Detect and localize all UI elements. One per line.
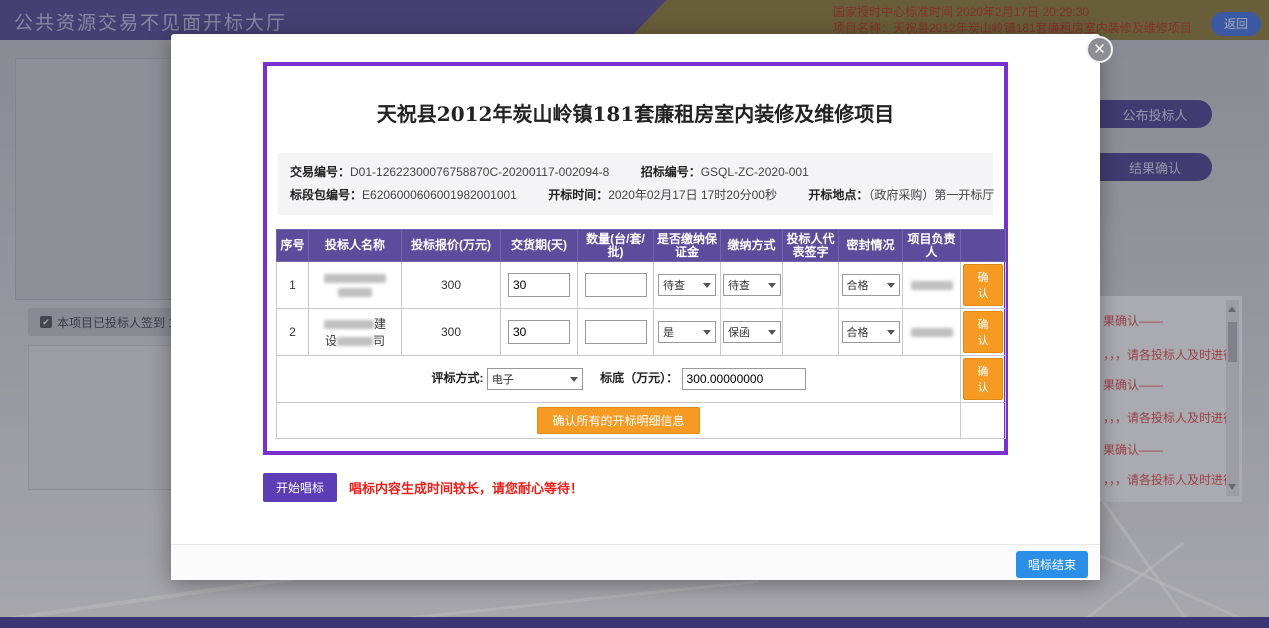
seal-cell: 合格 <box>839 262 903 309</box>
bidder-cell: 建 设 司 <box>309 309 402 356</box>
signature-cell <box>783 262 839 309</box>
open-place: 开标地点：（政府采购）第一开标厅 <box>808 188 994 202</box>
seal-select[interactable]: 合格 <box>842 274 900 296</box>
chevron-down-icon <box>570 377 578 382</box>
modal-footer: 唱标结束 <box>171 544 1100 580</box>
deposit-select[interactable]: 是 <box>658 321 716 343</box>
project-title: 天祝县2012年炭山岭镇181套廉租房室内装修及维修项目 <box>276 98 995 127</box>
redacted-bidder-name <box>324 320 374 329</box>
col-pay-method: 缴纳方式 <box>721 230 783 262</box>
action-cell <box>961 403 1006 439</box>
seal-select[interactable]: 合格 <box>842 321 900 343</box>
deposit-cell: 待查 <box>654 262 721 309</box>
redacted-manager-name <box>911 328 953 337</box>
tender-number: 招标编号：GSQL-ZC-2020-001 <box>641 165 809 179</box>
action-cell: 确认 <box>961 356 1006 403</box>
table-row: 1 300 待查 待查 合格 确认 <box>277 262 1006 309</box>
col-manager: 项目负责人 <box>903 230 961 262</box>
redacted-manager-name <box>911 281 953 290</box>
pay-method-cell: 保函 <box>721 309 783 356</box>
eval-method-cell: 评标方式: 电子 标底（万元）： <box>277 356 961 403</box>
bid-detail-box: 天祝县2012年炭山岭镇181套廉租房室内装修及维修项目 交易编号：D01-12… <box>263 62 1008 455</box>
bidder-fragment: 司 <box>373 334 385 348</box>
bidder-fragment: 建 <box>374 317 386 331</box>
chevron-down-icon <box>703 283 711 288</box>
action-cell: 确认 <box>961 262 1006 309</box>
col-price: 投标报价(万元) <box>402 230 501 262</box>
seal-cell: 合格 <box>839 309 903 356</box>
col-quantity: 数量(台/套/批) <box>578 230 654 262</box>
confirm-all-cell: 确认所有的开标明细信息 <box>277 403 961 439</box>
row-confirm-button[interactable]: 确认 <box>963 264 1003 306</box>
row-confirm-button[interactable]: 确认 <box>963 311 1003 353</box>
col-bidder: 投标人名称 <box>309 230 402 262</box>
section-package-number: 标段包编号：E6206000606001982001001 <box>290 188 517 202</box>
confirm-all-button[interactable]: 确认所有的开标明细信息 <box>537 407 699 434</box>
pay-method-select[interactable]: 待查 <box>723 274 781 296</box>
col-action <box>961 230 1006 262</box>
bidder-fragment: 设 <box>325 334 337 348</box>
eval-method-select[interactable]: 电子 <box>487 368 583 390</box>
project-info-block: 交易编号：D01-12622300076758870C-20200117-002… <box>278 153 993 215</box>
table-row: 2 建 设 司 300 是 保函 合格 确认 <box>277 309 1006 356</box>
chevron-down-icon <box>768 283 776 288</box>
quantity-input[interactable] <box>585 320 647 344</box>
delivery-cell <box>501 309 578 356</box>
wait-notice: 唱标内容生成时间较长，请您耐心等待！ <box>349 478 583 497</box>
redacted-bidder-name <box>338 288 372 297</box>
manager-cell <box>903 309 961 356</box>
seq-cell: 1 <box>277 262 309 309</box>
seq-cell: 2 <box>277 309 309 356</box>
col-deposit: 是否缴纳保证金 <box>654 230 721 262</box>
bid-table: 序号 投标人名称 投标报价(万元) 交货期(天) 数量(台/套/批) 是否缴纳保… <box>276 229 1006 439</box>
redacted-bidder-name <box>337 337 373 346</box>
confirm-all-row: 确认所有的开标明细信息 <box>277 403 1006 439</box>
price-cell: 300 <box>402 262 501 309</box>
deposit-select[interactable]: 待查 <box>658 274 716 296</box>
bidder-cell <box>309 262 402 309</box>
col-seal: 密封情况 <box>839 230 903 262</box>
quantity-cell <box>578 262 654 309</box>
signature-cell <box>783 309 839 356</box>
table-header-row: 序号 投标人名称 投标报价(万元) 交货期(天) 数量(台/套/批) 是否缴纳保… <box>277 230 1006 262</box>
price-cell: 300 <box>402 309 501 356</box>
eval-confirm-button[interactable]: 确认 <box>963 358 1003 400</box>
col-signature: 投标人代表签字 <box>783 230 839 262</box>
col-seq: 序号 <box>277 230 309 262</box>
open-time: 开标时间：2020年02月17日 17时20分00秒 <box>548 188 777 202</box>
delivery-input[interactable] <box>508 273 570 297</box>
eval-method-label: 评标方式: <box>431 371 483 385</box>
bid-opening-dialog: 天祝县2012年炭山岭镇181套廉租房室内装修及维修项目 交易编号：D01-12… <box>171 34 1100 580</box>
deposit-cell: 是 <box>654 309 721 356</box>
manager-cell <box>903 262 961 309</box>
close-icon[interactable]: ✕ <box>1086 36 1113 63</box>
action-cell: 确认 <box>961 309 1006 356</box>
chant-finish-button[interactable]: 唱标结束 <box>1016 551 1088 578</box>
quantity-cell <box>578 309 654 356</box>
pay-method-cell: 待查 <box>721 262 783 309</box>
start-chant-row: 开始唱标 唱标内容生成时间较长，请您耐心等待！ <box>263 473 1100 502</box>
chevron-down-icon <box>768 330 776 335</box>
trade-number: 交易编号：D01-12622300076758870C-20200117-002… <box>290 165 609 179</box>
col-delivery: 交货期(天) <box>501 230 578 262</box>
page: 公共资源交易不见面开标大厅 国家授时中心标准时间 2020年2月17日 20:2… <box>0 0 1269 628</box>
eval-row: 评标方式: 电子 标底（万元）： 确认 <box>277 356 1006 403</box>
delivery-cell <box>501 262 578 309</box>
chevron-down-icon <box>703 330 711 335</box>
base-price-label: 标底（万元）： <box>600 371 678 385</box>
chevron-down-icon <box>887 330 895 335</box>
redacted-bidder-name <box>324 274 386 283</box>
delivery-input[interactable] <box>508 320 570 344</box>
start-chant-button[interactable]: 开始唱标 <box>263 473 337 502</box>
base-price-input[interactable] <box>682 368 806 390</box>
chevron-down-icon <box>887 283 895 288</box>
pay-method-select[interactable]: 保函 <box>723 321 781 343</box>
quantity-input[interactable] <box>585 273 647 297</box>
